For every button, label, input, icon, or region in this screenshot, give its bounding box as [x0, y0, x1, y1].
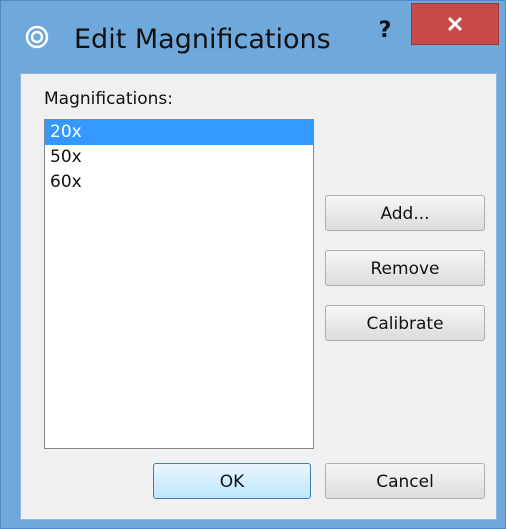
- magnifications-listbox[interactable]: 20x 50x 60x: [44, 119, 314, 449]
- edit-magnifications-dialog: Edit Magnifications ? Magnifications: 20…: [0, 0, 506, 529]
- dialog-body: Magnifications: 20x 50x 60x Add... Remov…: [20, 73, 497, 520]
- magnifications-label: Magnifications:: [44, 89, 173, 109]
- concentric-circles-icon: [25, 25, 49, 49]
- title-bar[interactable]: Edit Magnifications ?: [1, 1, 505, 73]
- window-title: Edit Magnifications: [74, 24, 331, 55]
- add-button[interactable]: Add...: [325, 195, 485, 231]
- remove-button[interactable]: Remove: [325, 250, 485, 286]
- help-button[interactable]: ?: [367, 11, 403, 51]
- close-icon: [412, 4, 498, 44]
- close-button[interactable]: [411, 3, 499, 45]
- list-item[interactable]: 60x: [45, 170, 313, 195]
- cancel-button[interactable]: Cancel: [325, 463, 485, 499]
- list-item[interactable]: 20x: [45, 120, 313, 145]
- ok-button[interactable]: OK: [153, 463, 311, 499]
- list-item[interactable]: 50x: [45, 145, 313, 170]
- calibrate-button[interactable]: Calibrate: [325, 305, 485, 341]
